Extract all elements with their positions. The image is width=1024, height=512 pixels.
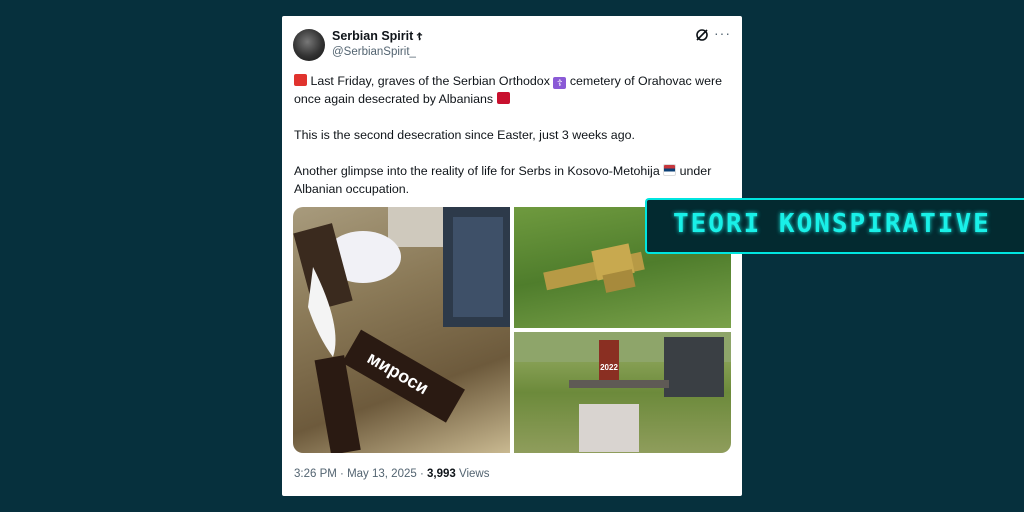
avatar[interactable] bbox=[293, 29, 325, 61]
display-name-text[interactable]: Serbian Spirit bbox=[332, 29, 413, 43]
tweet-meta: 3:26 PM · May 13, 2025 · 3,993 Views bbox=[294, 468, 489, 480]
para1-part-b: cemetery of Orahovac bbox=[569, 74, 692, 88]
orthodox-cross-emoji-icon: ☦ bbox=[553, 77, 567, 89]
paragraph-1: Last Friday, graves of the Serbian Ortho… bbox=[294, 72, 734, 108]
photo-broken-cross-art: мироси bbox=[293, 207, 510, 453]
para1-part-a: Last Friday, graves of the Serbian Ortho… bbox=[310, 74, 550, 88]
meta-separator: · bbox=[340, 468, 344, 480]
verified-badge-icon: ☦ bbox=[416, 32, 423, 43]
photo-broken-cross[interactable]: мироси bbox=[293, 207, 510, 453]
siren-emoji-icon bbox=[294, 74, 307, 86]
para3-part-a: Another glimpse into the reality of life… bbox=[294, 164, 660, 178]
views-count: 3,993 bbox=[427, 468, 456, 480]
grave-marker-year: 2022 bbox=[600, 363, 618, 372]
tweet-date[interactable]: May 13, 2025 bbox=[347, 468, 417, 480]
banner-text: TEORI KONSPIRATIVE bbox=[673, 209, 991, 239]
user-handle[interactable]: @SerbianSpirit_ bbox=[332, 46, 416, 58]
serbia-flag-emoji-icon bbox=[663, 164, 677, 176]
tweet-text: Last Friday, graves of the Serbian Ortho… bbox=[294, 72, 734, 198]
views-label: Views bbox=[459, 468, 490, 480]
more-options-icon[interactable]: ··· bbox=[714, 25, 731, 41]
tweet-time[interactable]: 3:26 PM bbox=[294, 468, 337, 480]
tweet-card[interactable]: Serbian Spirit ☦ @SerbianSpirit_ ··· Last… bbox=[282, 16, 742, 496]
conspiracy-banner: TEORI KONSPIRATIVE bbox=[645, 198, 1024, 254]
photo-grave-marker[interactable]: 2022 bbox=[514, 332, 731, 453]
display-name[interactable]: Serbian Spirit ☦ bbox=[332, 29, 423, 43]
paragraph-3: Another glimpse into the reality of life… bbox=[294, 162, 734, 198]
paragraph-2: This is the second desecration since Eas… bbox=[294, 128, 635, 142]
photo-grave-marker-art: 2022 bbox=[514, 332, 731, 452]
albania-flag-emoji-icon bbox=[496, 92, 510, 104]
grok-icon[interactable] bbox=[695, 28, 709, 42]
meta-separator: · bbox=[419, 468, 424, 480]
